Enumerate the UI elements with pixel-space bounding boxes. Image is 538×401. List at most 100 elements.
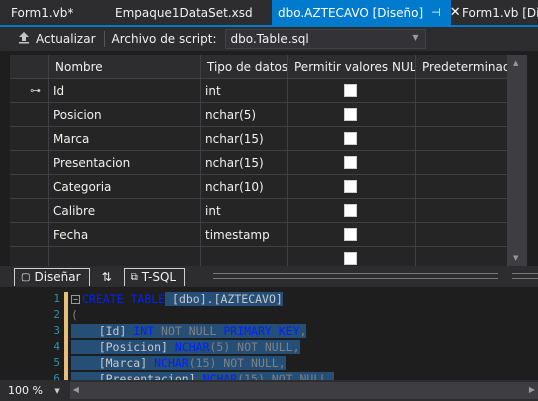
- column-name-cell[interactable]: Fecha: [49, 223, 201, 246]
- allow-nulls-cell: [288, 247, 416, 266]
- scroll-left-icon[interactable]: ◀: [73, 385, 79, 394]
- default-value-cell[interactable]: [416, 127, 507, 150]
- chevron-down-icon: ▼: [54, 386, 60, 395]
- allow-nulls-checkbox[interactable]: [344, 228, 357, 241]
- header-default[interactable]: Predeterminado: [416, 55, 507, 78]
- table-row[interactable]: Fecha timestamp: [10, 223, 507, 247]
- allow-nulls-cell: [288, 175, 416, 198]
- row-selector[interactable]: [10, 175, 49, 198]
- tab-empaque1dataset[interactable]: Empaque1DataSet.xsd: [104, 0, 272, 25]
- default-value-cell[interactable]: [416, 199, 507, 222]
- data-type-cell[interactable]: nchar(15): [201, 127, 288, 150]
- header-data-type[interactable]: Tipo de datos: [201, 55, 288, 78]
- allow-nulls-cell: [288, 151, 416, 174]
- data-type-cell[interactable]: int: [201, 79, 288, 102]
- row-selector[interactable]: [10, 103, 49, 126]
- tab-form1-vb[interactable]: Form1.vb*: [0, 0, 104, 25]
- primary-key-icon[interactable]: ⊶: [10, 79, 49, 102]
- column-name-cell[interactable]: [49, 247, 201, 266]
- script-file-dropdown[interactable]: dbo.Table.sql ▼: [224, 29, 426, 49]
- column-name-cell[interactable]: Marca: [49, 127, 201, 150]
- data-type-cell[interactable]: nchar(10): [201, 175, 288, 198]
- code-line: (: [71, 308, 78, 322]
- allow-nulls-cell: [288, 127, 416, 150]
- data-type-cell[interactable]: timestamp: [201, 223, 288, 246]
- default-value-cell[interactable]: [416, 151, 507, 174]
- header-allow-nulls[interactable]: Permitir valores NULL: [288, 55, 416, 78]
- sql-icon: ⧉: [130, 271, 138, 283]
- table-row[interactable]: [10, 247, 507, 266]
- column-name-cell[interactable]: Posicion: [49, 103, 201, 126]
- line-number: 4: [53, 340, 60, 353]
- allow-nulls-checkbox[interactable]: [344, 252, 357, 265]
- row-selector[interactable]: [10, 247, 49, 266]
- default-value-cell[interactable]: [416, 175, 507, 198]
- scroll-right-icon[interactable]: ▶: [529, 385, 535, 394]
- tab-design-label: Diseñar: [34, 270, 81, 284]
- row-selector[interactable]: [10, 151, 49, 174]
- row-selector[interactable]: [10, 223, 49, 246]
- column-name-cell[interactable]: Id: [49, 79, 201, 102]
- header-name[interactable]: Nombre: [49, 55, 201, 78]
- zoom-dropdown[interactable]: 100 % ▼: [8, 381, 66, 400]
- column-name-cell[interactable]: Presentacion: [49, 151, 201, 174]
- change-indicator-bar: [64, 292, 68, 380]
- table-row[interactable]: Categoria nchar(10): [10, 175, 507, 199]
- allow-nulls-checkbox[interactable]: [344, 132, 357, 145]
- design-icon: ▢: [21, 271, 31, 283]
- pin-icon[interactable]: ⊣: [431, 6, 441, 19]
- editor-horizontal-scrollbar[interactable]: ◀ ▶: [69, 382, 538, 399]
- line-number: 5: [53, 356, 60, 369]
- table-row[interactable]: Calibre int: [10, 199, 507, 223]
- swap-panes-icon[interactable]: ⇅: [102, 270, 112, 284]
- allow-nulls-checkbox[interactable]: [344, 84, 357, 97]
- table-row[interactable]: ⊶ Id int: [10, 79, 507, 103]
- table-row[interactable]: Marca nchar(15): [10, 127, 507, 151]
- splitter-grip-right[interactable]: [512, 273, 538, 279]
- default-value-cell[interactable]: [416, 79, 507, 102]
- scroll-up-icon[interactable]: ▲: [513, 59, 518, 67]
- default-value-cell[interactable]: [416, 223, 507, 246]
- allow-nulls-cell: [288, 103, 416, 126]
- column-name-cell[interactable]: Categoria: [49, 175, 201, 198]
- code-text[interactable]: − CREATE TABLE [dbo].[AZTECAVO] ( [Id] IN…: [71, 291, 335, 380]
- code-line: − CREATE TABLE [dbo].[AZTECAVO]: [71, 291, 334, 307]
- data-type-cell[interactable]: [201, 247, 288, 266]
- grid-vertical-scrollbar[interactable]: ▲ ▼: [507, 55, 527, 266]
- line-number: 6: [53, 372, 60, 380]
- scroll-down-icon[interactable]: ▼: [513, 254, 518, 262]
- tab-form1-design[interactable]: Form1.vb [Diseño]: [451, 0, 538, 25]
- allow-nulls-checkbox[interactable]: [344, 156, 357, 169]
- tab-design[interactable]: ▢ Diseñar: [14, 267, 90, 286]
- tab-tsql-label: T-SQL: [141, 270, 177, 284]
- default-value-cell[interactable]: [416, 103, 507, 126]
- row-selector[interactable]: [10, 127, 49, 150]
- table-row[interactable]: Presentacion nchar(15): [10, 151, 507, 175]
- line-number: 3: [53, 324, 60, 337]
- row-selector[interactable]: [10, 199, 49, 222]
- allow-nulls-checkbox[interactable]: [344, 108, 357, 121]
- update-button[interactable]: Actualizar: [36, 32, 96, 46]
- tab-label: dbo.AZTECAVO [Diseño]: [278, 5, 424, 20]
- allow-nulls-checkbox[interactable]: [344, 180, 357, 193]
- tab-tsql[interactable]: ⧉ T-SQL: [123, 267, 186, 286]
- update-arrow-icon[interactable]: [18, 31, 30, 47]
- columns-grid: Nombre Tipo de datos Permitir valores NU…: [10, 55, 507, 266]
- splitter-grip[interactable]: [213, 273, 498, 279]
- tsql-editor[interactable]: 1 2 3 4 5 6 − CREATE TABLE [dbo].[AZTECAV…: [0, 287, 538, 380]
- tab-label: Form1.vb*: [11, 5, 74, 20]
- allow-nulls-checkbox[interactable]: [344, 204, 357, 217]
- document-tab-strip: Form1.vb* Empaque1DataSet.xsd dbo.AZTECA…: [0, 0, 538, 25]
- data-type-cell[interactable]: nchar(5): [201, 103, 288, 126]
- code-line: [Presentacion] NCHAR(15) NOT NULL,: [71, 371, 335, 380]
- data-type-cell[interactable]: nchar(15): [201, 151, 288, 174]
- tab-aztecavo-design[interactable]: dbo.AZTECAVO [Diseño] ⊣ ✕: [272, 0, 461, 25]
- table-row[interactable]: Posicion nchar(5): [10, 103, 507, 127]
- code-line: [Posicion] NCHAR(5) NOT NULL,: [71, 340, 300, 354]
- tab-label: Empaque1DataSet.xsd: [115, 5, 253, 20]
- collapse-icon[interactable]: −: [71, 295, 80, 304]
- column-name-cell[interactable]: Calibre: [49, 199, 201, 222]
- data-type-cell[interactable]: int: [201, 199, 288, 222]
- default-value-cell[interactable]: [416, 247, 507, 266]
- allow-nulls-cell: [288, 223, 416, 246]
